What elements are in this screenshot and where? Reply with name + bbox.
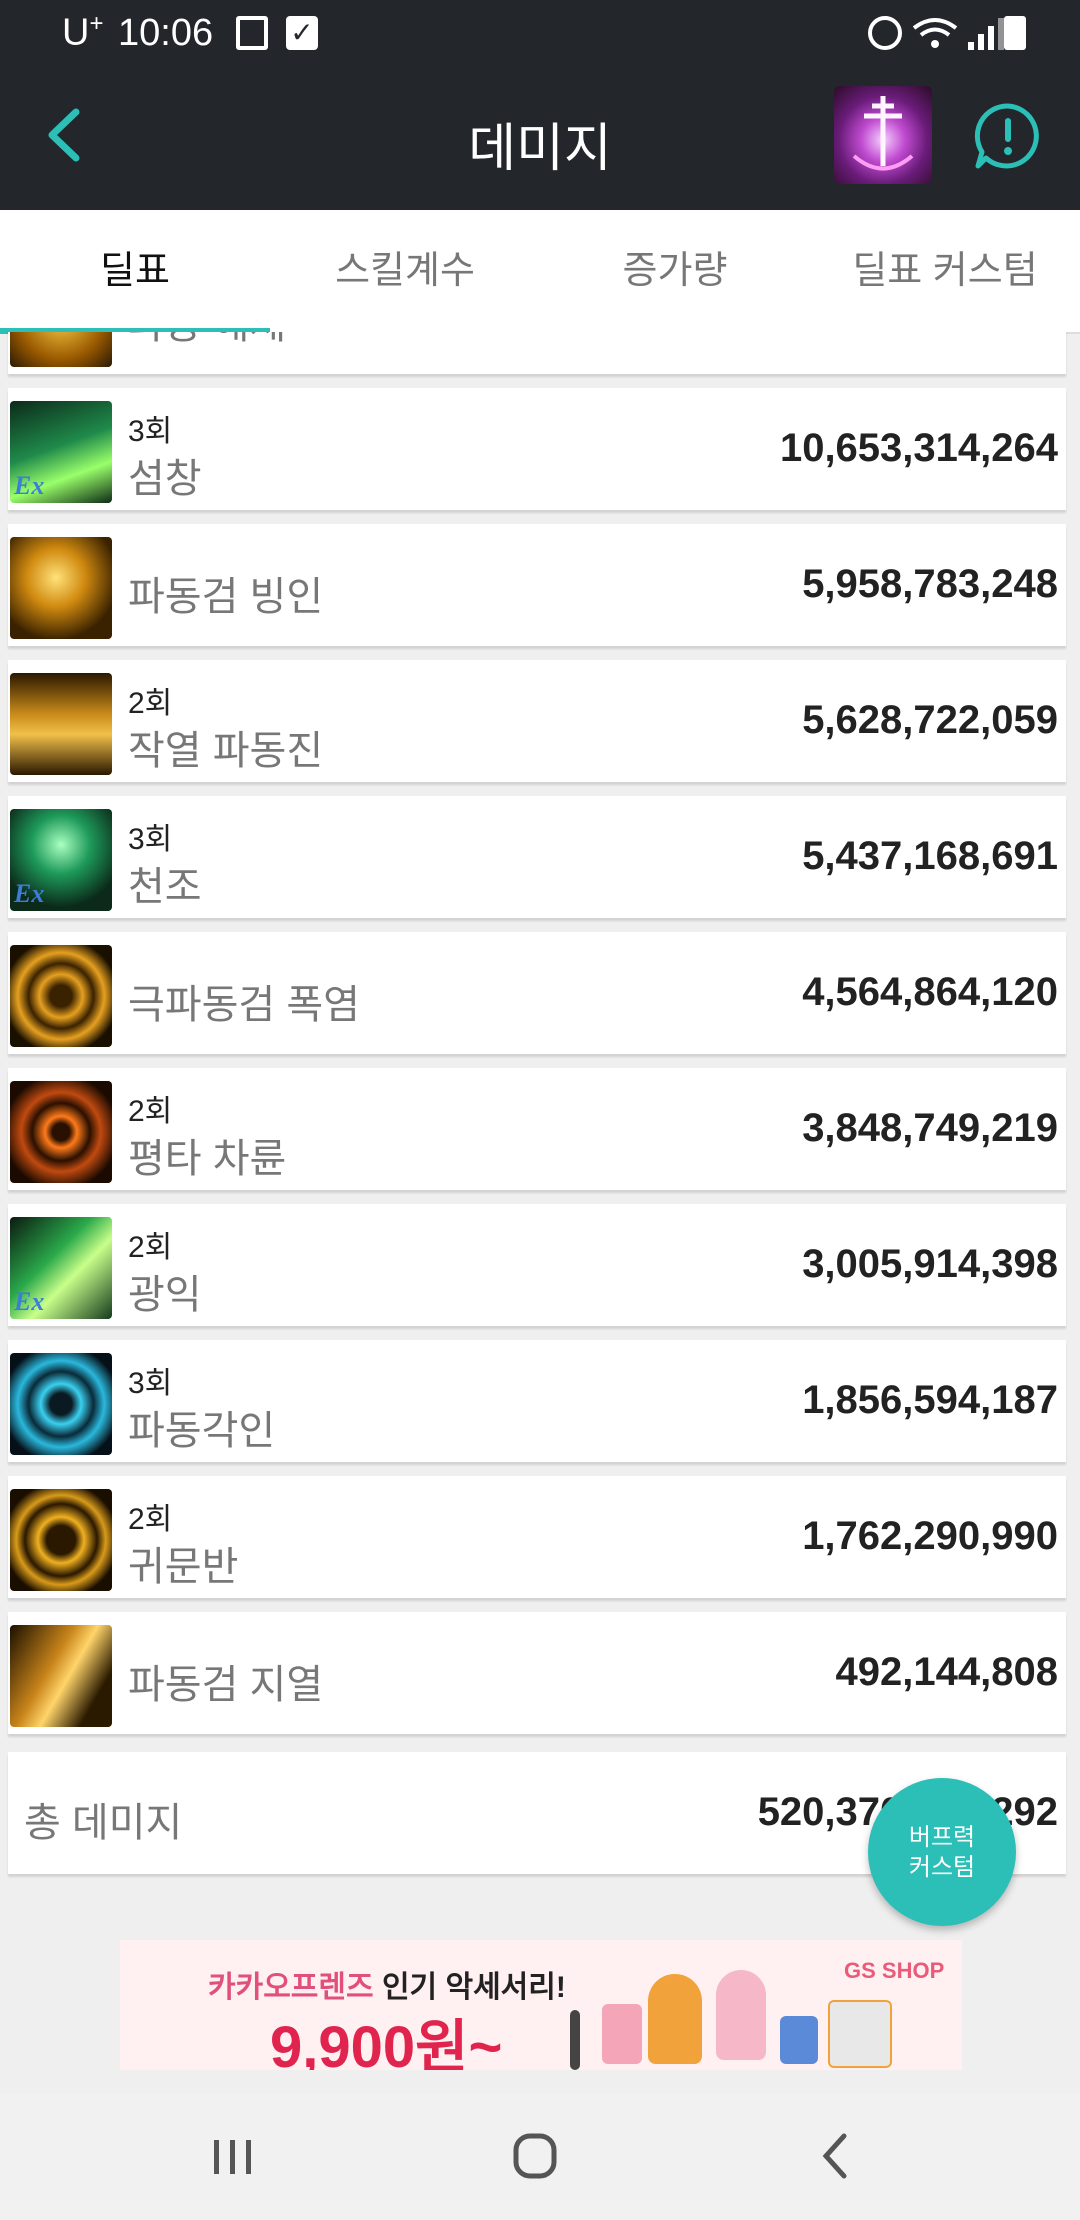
- list-item[interactable]: Ex 3회 천조 5,437,168,691: [8, 796, 1066, 918]
- skill-name: 귀문반: [128, 1545, 239, 1589]
- system-navigation-bar: [0, 2094, 1080, 2220]
- status-bar: U+ 10:06 ✓: [0, 0, 1080, 68]
- skill-name: 평타 차륜: [128, 1137, 287, 1181]
- damage-value: 1,762,290,990: [802, 1514, 1058, 1558]
- cyan-seal-icon: [10, 1353, 112, 1455]
- ad-price: 9,900원~: [270, 2015, 503, 2070]
- list-item[interactable]: 파동검 빙인 5,958,783,248: [8, 524, 1066, 646]
- damage-list[interactable]: 파동 해제 Ex 3회 섬창 10,653,314,264 파동검 빙인 5,9…: [0, 332, 1080, 1882]
- checkbox-notification-icon: ✓: [286, 16, 318, 50]
- green-flame-ex-icon: Ex: [10, 401, 112, 503]
- golden-rune-icon: [10, 1489, 112, 1591]
- clock: 10:06: [118, 12, 214, 54]
- list-item[interactable]: 극파동검 폭염 4,564,864,120: [8, 932, 1066, 1054]
- total-damage-label: 총 데미지: [24, 1801, 183, 1845]
- damage-value: 5,437,168,691: [802, 834, 1058, 878]
- wifi-icon: [912, 18, 958, 48]
- app-header: 데미지: [0, 68, 1080, 210]
- hit-count: 2회: [128, 687, 173, 720]
- golden-sun-icon: [10, 332, 112, 367]
- signal-icon: [962, 16, 1004, 50]
- golden-figure-icon: [10, 673, 112, 775]
- damage-value: 1,856,594,187: [802, 1378, 1058, 1422]
- hit-count: 2회: [128, 1503, 173, 1536]
- golden-orb-icon: [10, 945, 112, 1047]
- list-item[interactable]: Ex 3회 섬창 10,653,314,264: [8, 388, 1066, 510]
- skill-name: 파동검 빙인: [128, 575, 324, 619]
- skill-name: 섬창: [128, 457, 202, 501]
- product-pouch-icon: [602, 2004, 642, 2064]
- list-item[interactable]: 파동검 지열 492,144,808: [8, 1612, 1066, 1734]
- list-item[interactable]: 3회 파동각인 1,856,594,187: [8, 1340, 1066, 1462]
- skill-name: 광익: [128, 1273, 202, 1317]
- golden-wave-icon: [10, 1625, 112, 1727]
- alarm-icon: [868, 16, 902, 50]
- image-notification-icon: [236, 16, 268, 50]
- skill-name: 파동 해제: [128, 332, 286, 350]
- tab-damage-custom[interactable]: 딜표 커스텀: [810, 210, 1080, 332]
- battery-icon: [1004, 16, 1026, 50]
- list-item[interactable]: 2회 평타 차륜 3,848,749,219: [8, 1068, 1066, 1190]
- hit-count: 3회: [128, 415, 173, 448]
- golden-cross-icon: [10, 537, 112, 639]
- buff-custom-button[interactable]: 버프력 커스텀: [868, 1778, 1016, 1926]
- damage-value: 5,958,783,248: [802, 562, 1058, 606]
- hit-count: 3회: [128, 1367, 173, 1400]
- skill-name: 작열 파동진: [128, 729, 324, 773]
- list-item[interactable]: 2회 귀문반 1,762,290,990: [8, 1476, 1066, 1598]
- hit-count: 3회: [128, 823, 173, 856]
- ad-banner[interactable]: 카카오프렌즈 인기 악세서리! 9,900원~ GS SHOP: [120, 1940, 962, 2070]
- tab-skill-coefficient[interactable]: 스킬계수: [270, 210, 540, 332]
- recent-apps-icon[interactable]: [198, 2126, 268, 2186]
- home-icon[interactable]: [500, 2126, 570, 2186]
- hit-count: 2회: [128, 1231, 173, 1264]
- list-item[interactable]: Ex 2회 광익 3,005,914,398: [8, 1204, 1066, 1326]
- list-item[interactable]: 파동 해제: [8, 332, 1066, 374]
- damage-value: 4,564,864,120: [802, 970, 1058, 1014]
- info-alert-icon[interactable]: [972, 100, 1044, 172]
- skill-name: 파동각인: [128, 1409, 276, 1453]
- selfie-stick-icon: [570, 2010, 580, 2070]
- carrier-label: U+: [62, 10, 104, 54]
- orange-eye-icon: [10, 1081, 112, 1183]
- tab-bar: 딜표 스킬계수 증가량 딜표 커스텀: [0, 210, 1080, 334]
- tab-damage-table[interactable]: 딜표: [0, 210, 270, 332]
- product-case-icon: [780, 2016, 818, 2064]
- green-cross-ex-icon: Ex: [10, 809, 112, 911]
- product-box-icon: [828, 2000, 892, 2068]
- damage-value: 10,653,314,264: [779, 426, 1058, 470]
- tab-increase[interactable]: 증가량: [540, 210, 810, 332]
- list-item[interactable]: 2회 작열 파동진 5,628,722,059: [8, 660, 1066, 782]
- damage-value: 3,005,914,398: [802, 1242, 1058, 1286]
- skill-name: 파동검 지열: [128, 1663, 324, 1707]
- damage-value: 5,628,722,059: [802, 698, 1058, 742]
- skill-name: 천조: [128, 865, 202, 909]
- hit-count: 2회: [128, 1095, 173, 1128]
- back-nav-icon[interactable]: [802, 2126, 872, 2186]
- damage-value: 3,848,749,219: [802, 1106, 1058, 1150]
- apeach-character-icon: [716, 1970, 766, 2060]
- skill-name: 극파동검 폭염: [128, 983, 360, 1027]
- green-wing-ex-icon: Ex: [10, 1217, 112, 1319]
- ad-brand-logo: GS SHOP: [844, 1958, 945, 1983]
- damage-value: 492,144,808: [835, 1650, 1058, 1694]
- ryan-character-icon: [648, 1974, 702, 2064]
- skill-thumbnail-icon[interactable]: [834, 86, 932, 184]
